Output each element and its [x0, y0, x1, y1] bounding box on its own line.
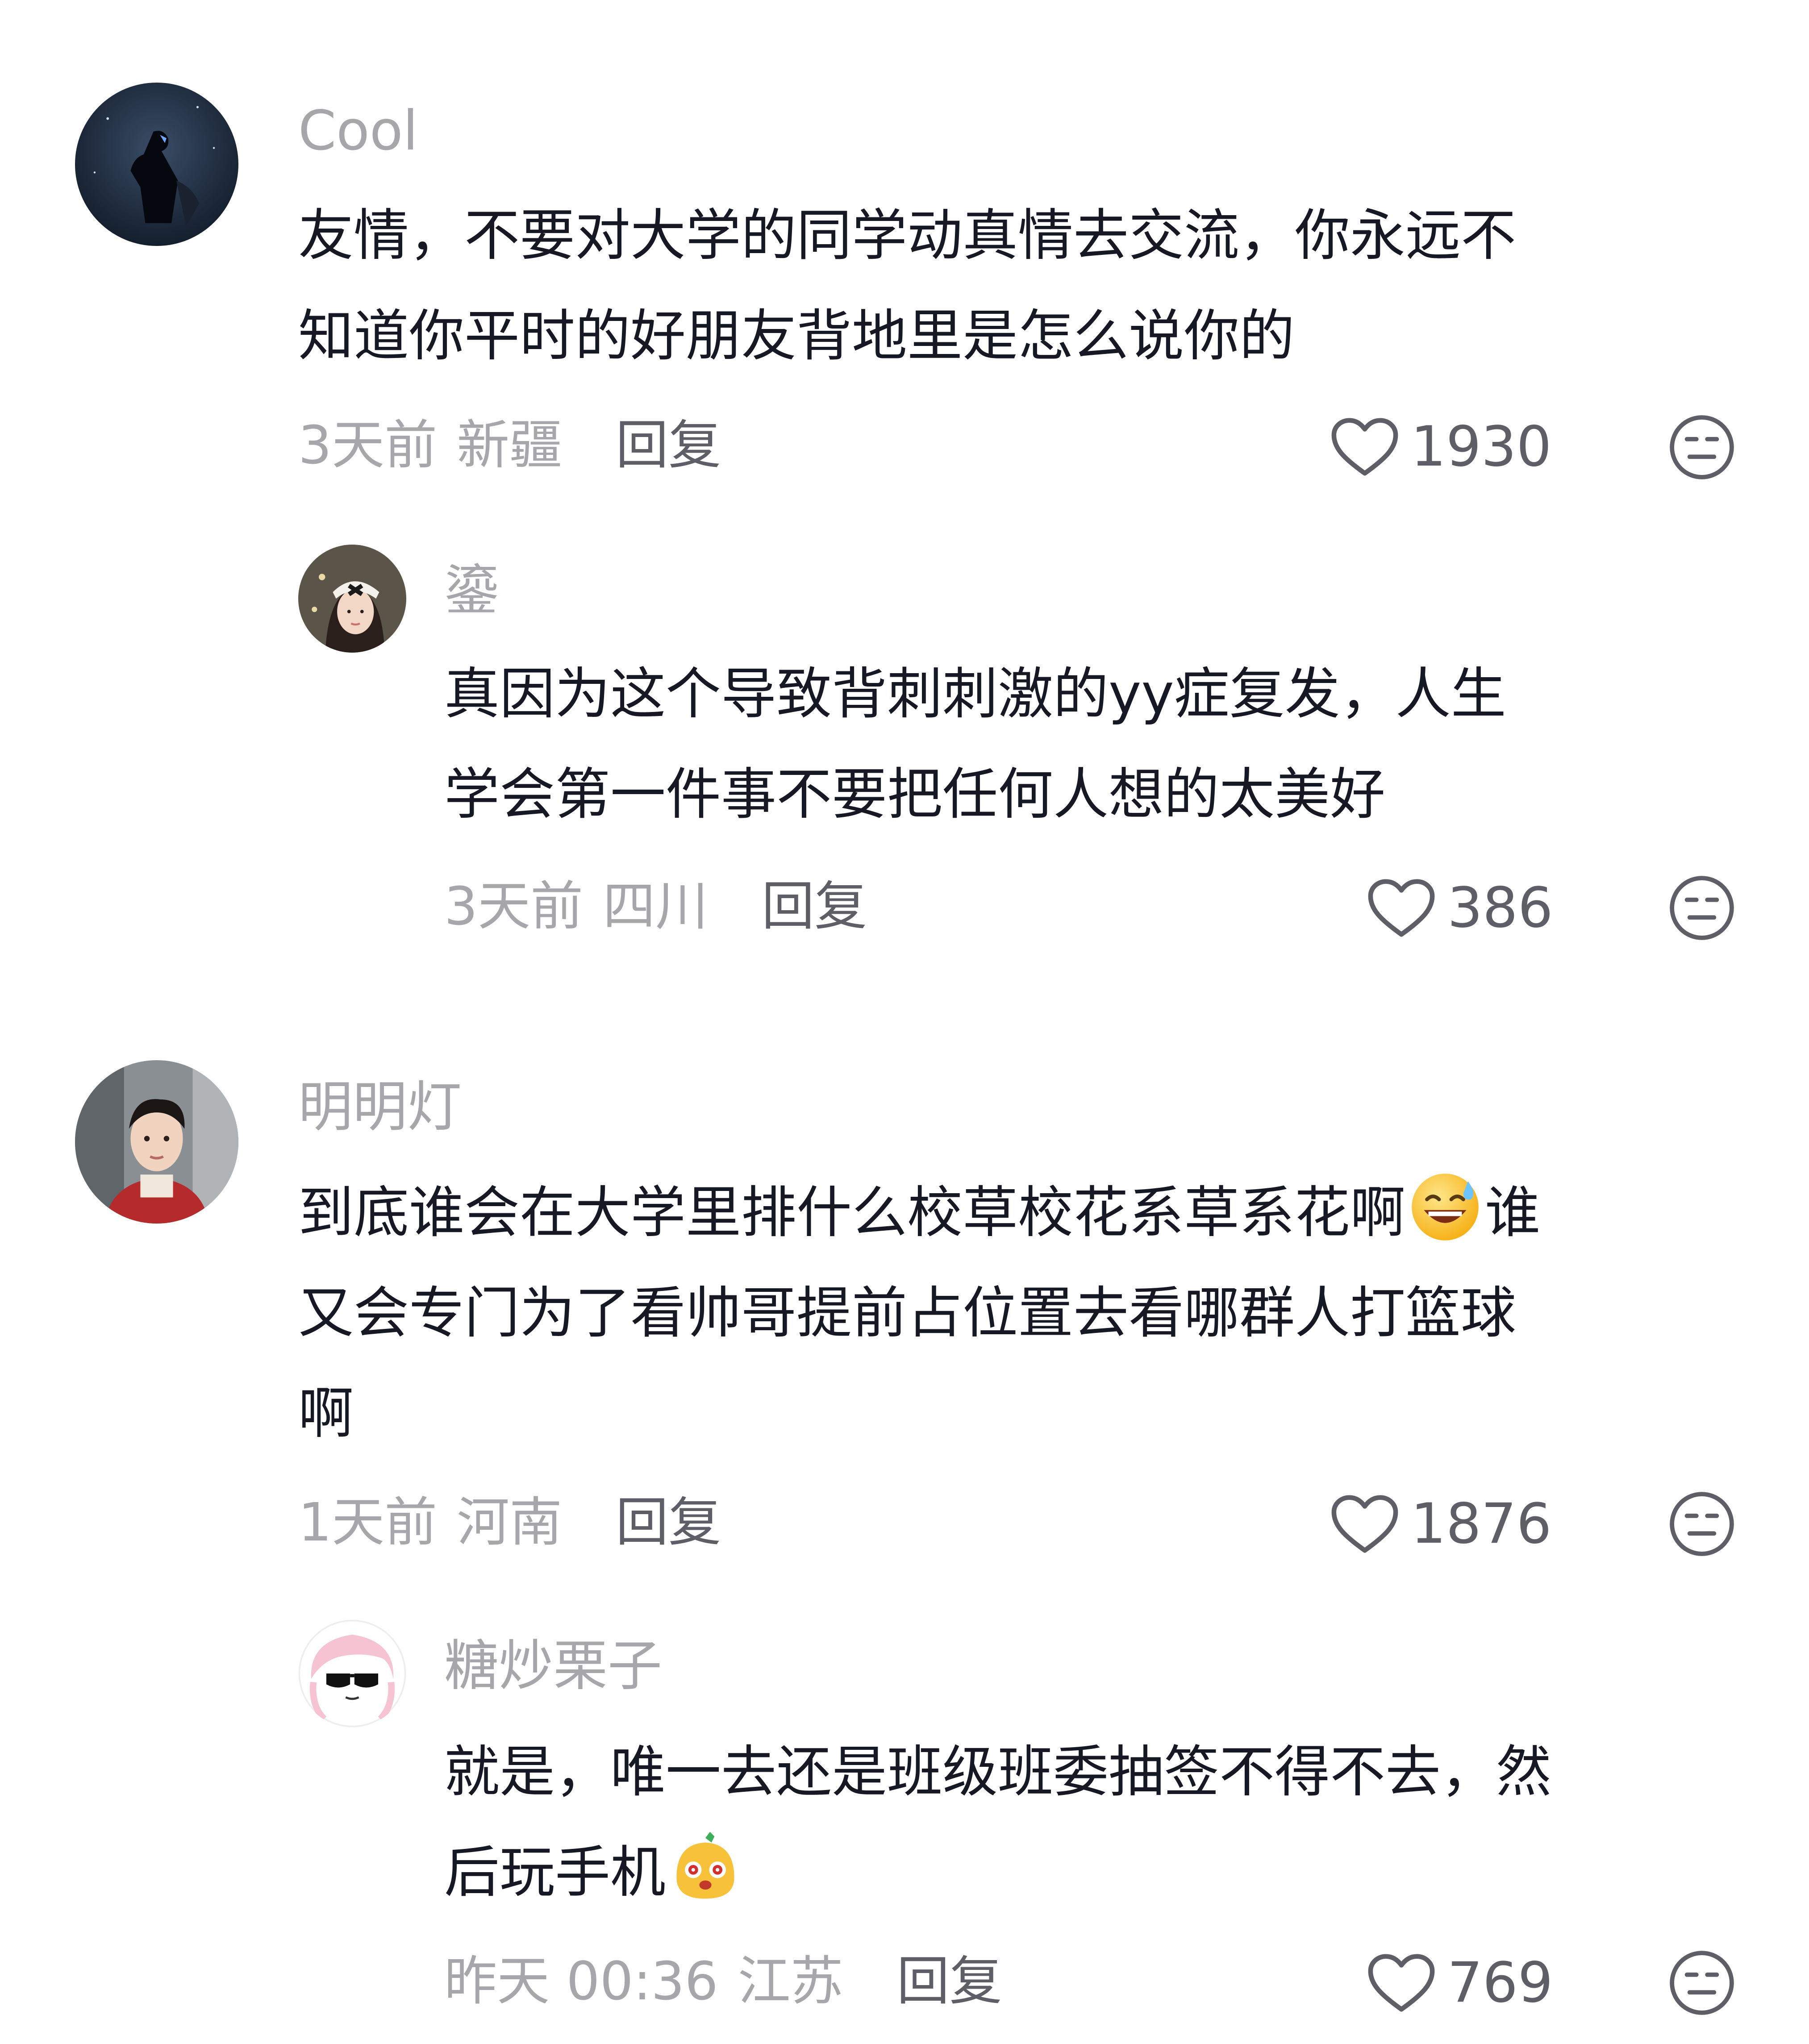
reply-button[interactable]: 回复	[897, 1950, 1002, 2012]
like-button[interactable]: 1930	[1330, 412, 1552, 482]
reply-text-segment: 后玩手机	[444, 1840, 666, 1905]
comment-text: 友情，不要对大学的同学动真情去交流，你永远不 知道你平时的好朋友背地里是怎么说你…	[298, 186, 1516, 387]
comment-time: 3天前	[298, 414, 438, 476]
comment-username[interactable]: Cool	[298, 97, 418, 164]
comment-text: 到底谁会在大学里排什么校草校花系草系花啊 谁 又会专门为了看帅哥提前占位置去看哪群…	[298, 1163, 1540, 1464]
reply-button[interactable]: 回复	[762, 875, 867, 937]
like-count: 386	[1447, 876, 1553, 940]
like-button[interactable]: 1876	[1330, 1489, 1552, 1559]
reply-meta: 3天前 四川 回复	[444, 873, 867, 940]
young-man-avatar[interactable]	[75, 1060, 238, 1224]
reply-text: 就是，唯一去还是班级班委抽签不得不去，然 后玩手机	[444, 1722, 1551, 1923]
like-count: 1930	[1411, 415, 1552, 479]
comment-username[interactable]: 明明灯	[298, 1074, 462, 1141]
reply-text-line: 后玩手机	[444, 1823, 1551, 1923]
reply-time: 3天前	[444, 875, 584, 937]
reply-text-line: 就是，唯一去还是班级班委抽签不得不去，然	[444, 1740, 1552, 1804]
reply-button[interactable]: 回复	[616, 1491, 721, 1553]
reply-username[interactable]: 鎏	[444, 557, 499, 624]
cartoon-blob-emoji	[667, 1829, 743, 1905]
comment-region: 河南	[457, 1491, 563, 1553]
heart-icon	[1368, 1954, 1435, 2012]
like-count: 769	[1447, 1951, 1553, 2015]
dislike-button[interactable]	[1668, 1490, 1736, 1558]
dislike-button[interactable]	[1668, 413, 1736, 481]
heart-icon	[1368, 879, 1435, 937]
meh-face-icon	[1670, 415, 1734, 479]
like-button[interactable]: 386	[1366, 873, 1553, 943]
reply-text-line: 真因为这个导致背刺刺激的yy症复发，人生	[444, 662, 1506, 726]
anime-sunglasses-avatar[interactable]	[298, 1619, 406, 1728]
meh-face-icon	[1670, 876, 1734, 940]
grinning-sweat-emoji	[1407, 1169, 1483, 1245]
comment-text-line: 啊	[298, 1382, 354, 1446]
night-figure-avatar[interactable]	[75, 83, 238, 246]
like-button[interactable]: 769	[1366, 1948, 1553, 2018]
reply-time: 昨天 00:36	[444, 1950, 718, 2012]
heart-icon	[1331, 418, 1398, 476]
dislike-button[interactable]	[1668, 1949, 1736, 2017]
like-count: 1876	[1411, 1492, 1552, 1556]
reply-button[interactable]: 回复	[616, 414, 721, 476]
comment-text-line: 到底谁会在大学里排什么校草校花系草系花啊 谁	[298, 1163, 1540, 1263]
comment-item: 明明灯 到底谁会在大学里排什么校草校花系草系花啊 谁 又会专门为了看帅哥提前占位置…	[0, 1004, 1809, 1607]
reply-text-line: 学会第一件事不要把任何人想的太美好	[444, 762, 1386, 827]
comment-meta: 1天前 河南 回复	[298, 1489, 721, 1556]
comment-text-line: 友情，不要对大学的同学动真情去交流，你永远不	[298, 204, 1517, 268]
reply-region: 江苏	[738, 1950, 843, 2012]
comment-time: 1天前	[298, 1491, 438, 1553]
comment-item: Cool 友情，不要对大学的同学动真情去交流，你永远不 知道你平时的好朋友背地里…	[0, 0, 1809, 491]
comment-text-segment: 谁	[1485, 1181, 1541, 1245]
reply-username[interactable]: 糖炒栗子	[444, 1632, 662, 1699]
heart-icon	[1331, 1495, 1398, 1553]
dislike-button[interactable]	[1668, 874, 1736, 942]
comment-region: 新疆	[457, 414, 563, 476]
meh-face-icon	[1670, 1492, 1734, 1556]
girl-headband-avatar[interactable]	[298, 545, 406, 653]
comment-meta: 3天前 新疆 回复	[298, 412, 721, 479]
reply-item: 鎏 真因为这个导致背刺刺激的yy症复发，人生 学会第一件事不要把任何人想的太美好…	[0, 491, 1809, 1004]
meh-face-icon	[1670, 1951, 1734, 2015]
reply-text: 真因为这个导致背刺刺激的yy症复发，人生 学会第一件事不要把任何人想的太美好	[444, 644, 1506, 845]
comment-text-line: 知道你平时的好朋友背地里是怎么说你的	[298, 304, 1295, 368]
reply-item: 糖炒栗子 就是，唯一去还是班级班委抽签不得不去，然 后玩手机 昨天 00:36 江…	[0, 1607, 1809, 2044]
reply-meta: 昨天 00:36 江苏 回复	[444, 1948, 1002, 2015]
comment-text-segment: 到底谁会在大学里排什么校草校花系草系花啊	[298, 1181, 1406, 1245]
reply-region: 四川	[603, 875, 709, 937]
comment-text-line: 又会专门为了看帅哥提前占位置去看哪群人打篮球	[298, 1281, 1517, 1345]
